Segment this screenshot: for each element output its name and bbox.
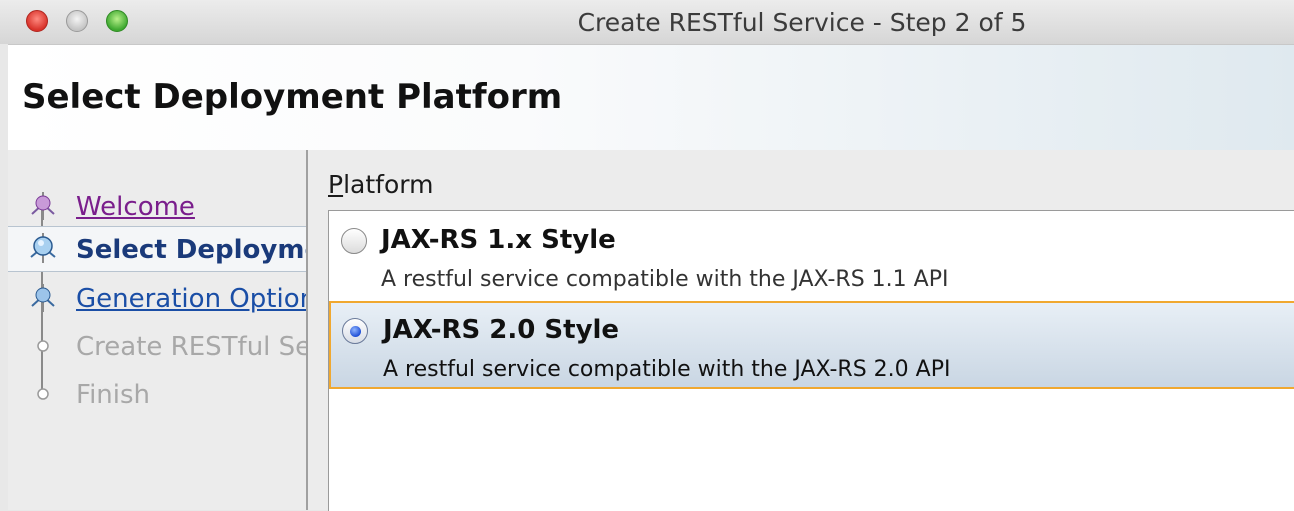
- step-finish: Finish: [8, 372, 306, 416]
- radio-jax-rs-1x[interactable]: [341, 228, 367, 254]
- option-description: A restful service compatible with the JA…: [381, 267, 949, 292]
- step-label: Select Deployment Platform: [76, 235, 306, 265]
- wizard-steps-panel: Welcome Select Deployment Platform Gener…: [8, 150, 308, 510]
- step-welcome[interactable]: Welcome: [8, 184, 306, 228]
- platform-options-list: JAX-RS 1.x Style A restful service compa…: [328, 210, 1294, 511]
- step-pending-icon: [37, 340, 49, 352]
- wizard-header: Select Deployment Platform: [8, 44, 1294, 151]
- step-label: Welcome: [76, 192, 195, 222]
- step-create-restful-service: Create RESTful Service: [8, 324, 306, 368]
- window-title: Create RESTful Service - Step 2 of 5: [577, 8, 1027, 37]
- platform-label: Platform: [328, 170, 433, 199]
- page-title: Select Deployment Platform: [22, 77, 563, 117]
- step-pending-icon: [37, 388, 49, 400]
- option-title: JAX-RS 1.x Style: [381, 225, 616, 255]
- option-jax-rs-20[interactable]: JAX-RS 2.0 Style A restful service compa…: [329, 301, 1294, 389]
- step-next-icon: [31, 284, 55, 312]
- platform-label-mnemonic: P: [328, 170, 344, 199]
- option-title: JAX-RS 2.0 Style: [383, 315, 620, 345]
- radio-selected-dot: [350, 326, 361, 337]
- option-description: A restful service compatible with the JA…: [383, 357, 951, 382]
- platform-label-text: latform: [343, 170, 434, 199]
- window-edge: [0, 44, 8, 510]
- step-generation-options[interactable]: Generation Options: [8, 276, 306, 320]
- radio-jax-rs-20[interactable]: [342, 318, 368, 344]
- title-bar: Create RESTful Service - Step 2 of 5: [0, 0, 1294, 45]
- step-current-icon: [30, 233, 56, 263]
- step-select-deployment-platform[interactable]: Select Deployment Platform: [8, 226, 306, 272]
- wizard-content: Platform JAX-RS 1.x Style A restful serv…: [308, 150, 1294, 511]
- step-label: Finish: [76, 380, 151, 410]
- step-done-icon: [31, 192, 55, 220]
- option-jax-rs-1x[interactable]: JAX-RS 1.x Style A restful service compa…: [329, 211, 1294, 299]
- step-label: Create RESTful Service: [76, 332, 306, 362]
- step-label: Generation Options: [76, 284, 306, 314]
